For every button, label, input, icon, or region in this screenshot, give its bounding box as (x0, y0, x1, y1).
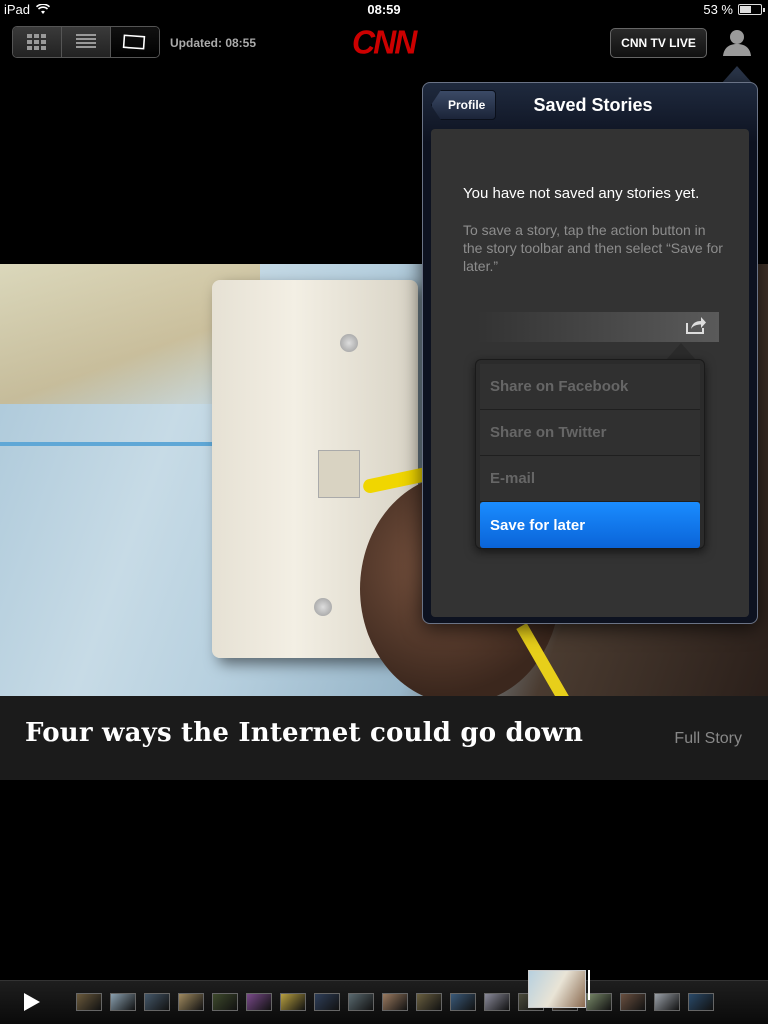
saved-stories-popover: Profile Saved Stories You have not saved… (422, 82, 758, 624)
full-story-link[interactable]: Full Story (674, 730, 742, 748)
demo-menu-item-twitter: Share on Twitter (480, 410, 700, 456)
list-view-button[interactable] (62, 27, 111, 57)
story-thumbnail[interactable] (450, 993, 476, 1011)
empty-state-help: To save a story, tap the action button i… (463, 222, 723, 274)
story-thumbnail[interactable] (144, 993, 170, 1011)
story-thumbnail[interactable] (654, 993, 680, 1011)
single-story-view-icon (122, 34, 146, 50)
story-thumbnail[interactable] (348, 993, 374, 1011)
top-toolbar: Updated: 08:55 CNN CNN TV LIVE (0, 20, 768, 66)
current-story-thumbnail[interactable] (528, 970, 586, 1008)
demo-toolbar (477, 312, 719, 342)
story-thumbnail[interactable] (280, 993, 306, 1011)
story-filmstrip (0, 980, 768, 1024)
grid-view-icon (27, 34, 46, 50)
status-time: 08:59 (367, 2, 401, 17)
story-thumbnail[interactable] (484, 993, 510, 1011)
profile-button[interactable] (720, 26, 754, 58)
thumbnail-strip (76, 993, 714, 1011)
status-bar: iPad 08:59 53 % (0, 0, 768, 20)
photo-credit-strip (760, 266, 768, 361)
story-thumbnail[interactable] (382, 993, 408, 1011)
story-thumbnail[interactable] (110, 993, 136, 1011)
story-thumbnail[interactable] (246, 993, 272, 1011)
story-thumbnail[interactable] (314, 993, 340, 1011)
phone-jack (318, 450, 360, 498)
story-thumbnail[interactable] (178, 993, 204, 1011)
person-icon (723, 30, 751, 56)
demo-menu-item-save-for-later: Save for later (480, 502, 700, 548)
play-icon[interactable] (24, 993, 40, 1011)
list-view-icon (76, 34, 96, 48)
saved-stories-content: You have not saved any stories yet. To s… (431, 129, 749, 617)
story-headline[interactable]: Four ways the Internet could go down (25, 718, 583, 748)
cnn-tv-live-button[interactable]: CNN TV LIVE (610, 28, 707, 58)
grid-view-button[interactable] (13, 27, 62, 57)
view-mode-switcher (12, 26, 160, 58)
demo-menu-item-facebook: Share on Facebook (480, 364, 700, 410)
screw-icon (314, 598, 332, 616)
current-position-marker (588, 970, 590, 1000)
story-caption-bar: Four ways the Internet could go down Ful… (0, 696, 768, 780)
cnn-logo: CNN (352, 23, 417, 61)
empty-state-title: You have not saved any stories yet. (463, 185, 700, 202)
demo-menu-item-email: E-mail (480, 456, 700, 502)
story-thumbnail[interactable] (76, 993, 102, 1011)
popover-title: Saved Stories (533, 95, 653, 115)
single-story-view-button[interactable] (111, 27, 159, 57)
story-thumbnail[interactable] (416, 993, 442, 1011)
story-thumbnail[interactable] (212, 993, 238, 1011)
story-thumbnail[interactable] (688, 993, 714, 1011)
demo-menu-caret (667, 343, 695, 359)
story-thumbnail[interactable] (620, 993, 646, 1011)
updated-time: Updated: 08:55 (170, 36, 257, 50)
battery-percent: 53 % (703, 2, 733, 17)
battery-icon (738, 4, 765, 15)
screw-icon (340, 334, 358, 352)
demo-action-menu: Share on Facebook Share on Twitter E-mai… (475, 359, 705, 549)
share-icon (686, 317, 706, 334)
